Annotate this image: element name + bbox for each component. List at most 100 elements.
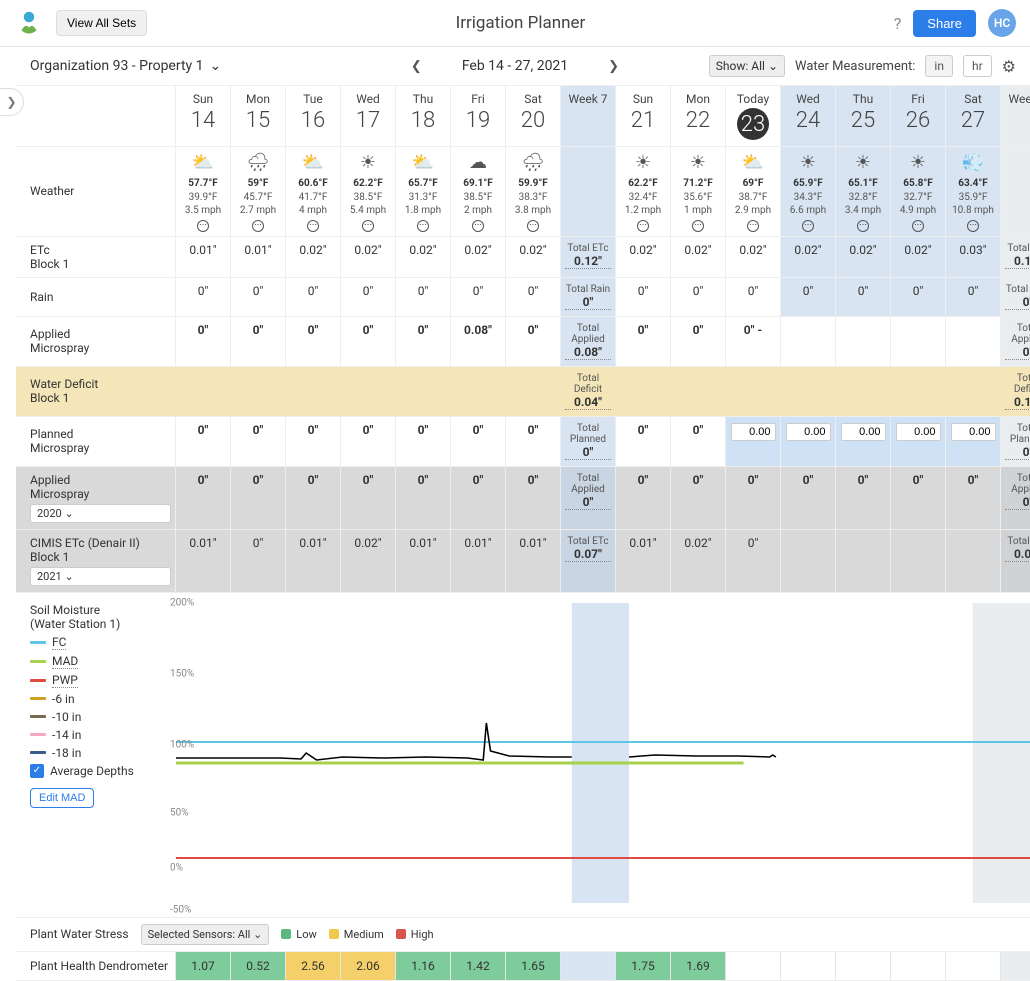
data-cell: 0" <box>506 467 561 530</box>
empty <box>176 367 231 417</box>
data-cell: 0" <box>781 278 836 317</box>
total-cell: Total Deficit0.15" <box>1001 367 1030 417</box>
app-logo-icon <box>14 8 44 38</box>
day-header[interactable]: Wed24 <box>781 86 836 147</box>
weather-cell: 🌧59.9°F38.3°F3.8 mph⋯ <box>506 147 561 237</box>
total-cell: Total Planned0" <box>561 417 616 467</box>
date-range[interactable]: Feb 14 - 27, 2021 <box>462 58 568 74</box>
soil-moisture-chart: 200% 150% 100% 50% 0% -50% <box>176 593 1030 917</box>
planner-grid: Sun14Mon15Tue16Wed17Thu18Fri19Sat20Week … <box>16 85 1030 593</box>
planned-input-cell[interactable] <box>726 417 781 467</box>
dendro-cell: 1.65 <box>506 952 561 981</box>
soil-title: Soil Moisture <box>30 603 162 617</box>
weather-more-icon[interactable]: ⋯ <box>857 220 869 232</box>
planned-input[interactable] <box>951 423 996 441</box>
dendro-cell: 0.52 <box>231 952 286 981</box>
unit-in-button[interactable]: in <box>925 55 953 77</box>
planned-input-cell[interactable] <box>836 417 891 467</box>
weather-more-icon[interactable]: ⋯ <box>472 220 484 232</box>
unit-hr-button[interactable]: hr <box>963 55 992 77</box>
app-header: View All Sets Irrigation Planner ? Share… <box>0 0 1030 47</box>
total-cell: Total Rain0" <box>561 278 616 317</box>
day-header[interactable]: Sun14 <box>176 86 231 147</box>
week-spacer <box>561 147 616 237</box>
day-header[interactable]: Thu25 <box>836 86 891 147</box>
planned-input-cell[interactable] <box>946 417 1001 467</box>
data-cell: 0" <box>231 278 286 317</box>
total-cell: Total ETc0.03" <box>1001 530 1030 593</box>
data-cell: 0" <box>836 278 891 317</box>
planned-input-cell[interactable] <box>781 417 836 467</box>
view-all-sets-button[interactable]: View All Sets <box>56 10 147 36</box>
weather-more-icon[interactable]: ⋯ <box>637 220 649 232</box>
chevron-down-icon: ⌄ <box>768 59 778 73</box>
planned-input[interactable] <box>841 423 886 441</box>
show-filter-dropdown[interactable]: Show: All ⌄ <box>709 55 785 77</box>
day-header[interactable]: Fri26 <box>891 86 946 147</box>
data-cell: 0" - <box>726 317 781 367</box>
data-cell <box>836 530 891 593</box>
weather-more-icon[interactable]: ⋯ <box>527 220 539 232</box>
weather-more-icon[interactable]: ⋯ <box>692 220 704 232</box>
year-dropdown[interactable]: 2021 ⌄ <box>30 567 171 586</box>
data-cell: 0" <box>231 317 286 367</box>
data-cell: 0.02" <box>671 530 726 593</box>
next-range-button[interactable]: ❯ <box>608 59 619 74</box>
data-cell: 0" <box>836 467 891 530</box>
data-cell: 0.01" <box>231 237 286 278</box>
day-header[interactable]: Tue16 <box>286 86 341 147</box>
weather-more-icon[interactable]: ⋯ <box>252 220 264 232</box>
day-header[interactable]: Mon22 <box>671 86 726 147</box>
weather-more-icon[interactable]: ⋯ <box>747 220 759 232</box>
empty <box>836 952 891 981</box>
prev-range-button[interactable]: ❮ <box>411 59 422 74</box>
weather-more-icon[interactable]: ⋯ <box>967 220 979 232</box>
planned-input[interactable] <box>896 423 941 441</box>
dendro-cell: 2.06 <box>341 952 396 981</box>
planned-input[interactable] <box>731 423 776 441</box>
data-cell: 0" <box>396 317 451 367</box>
data-cell: 0" <box>341 317 396 367</box>
weather-more-icon[interactable]: ⋯ <box>197 220 209 232</box>
dendro-cell: 1.16 <box>396 952 451 981</box>
weather-cell: ⛅65.7°F31.3°F1.8 mph⋯ <box>396 147 451 237</box>
data-cell: 0" <box>341 467 396 530</box>
weather-more-icon[interactable]: ⋯ <box>362 220 374 232</box>
user-avatar[interactable]: HC <box>988 9 1016 37</box>
total-cell: Total Planned0" <box>1001 417 1030 467</box>
day-header[interactable]: Sun21 <box>616 86 671 147</box>
day-header[interactable]: Sat20 <box>506 86 561 147</box>
soil-subtitle: (Water Station 1) <box>30 617 162 631</box>
weather-more-icon[interactable]: ⋯ <box>912 220 924 232</box>
breadcrumb-text: Organization 93 - Property 1 <box>30 58 203 74</box>
help-icon[interactable]: ? <box>894 14 902 33</box>
legend-14in: -14 in <box>30 728 162 742</box>
empty <box>781 952 836 981</box>
day-header[interactable]: Fri19 <box>451 86 506 147</box>
data-cell <box>836 317 891 367</box>
spacer <box>561 952 616 981</box>
empty <box>231 367 286 417</box>
avg-depths-toggle[interactable]: ✓Average Depths <box>30 764 162 778</box>
breadcrumb[interactable]: Organization 93 - Property 1 ⌄ <box>30 58 221 74</box>
edit-mad-button[interactable]: Edit MAD <box>30 788 94 808</box>
sensors-dropdown[interactable]: Selected Sensors: All ⌄ <box>141 924 270 945</box>
day-header[interactable]: Wed17 <box>341 86 396 147</box>
day-header[interactable]: Today23 <box>726 86 781 147</box>
data-cell: 0.02" <box>781 237 836 278</box>
plant-water-stress-row: Plant Water Stress Selected Sensors: All… <box>16 918 1030 952</box>
day-header[interactable]: Mon15 <box>231 86 286 147</box>
weather-more-icon[interactable]: ⋯ <box>417 220 429 232</box>
share-button[interactable]: Share <box>913 10 976 37</box>
planned-input-cell[interactable] <box>891 417 946 467</box>
data-cell: 0.01" <box>176 530 231 593</box>
day-header[interactable]: Sat27 <box>946 86 1001 147</box>
weather-more-icon[interactable]: ⋯ <box>802 220 814 232</box>
data-cell: 0" <box>781 467 836 530</box>
day-header[interactable]: Thu18 <box>396 86 451 147</box>
total-cell: Total ETc0.15" <box>1001 237 1030 278</box>
planned-input[interactable] <box>786 423 831 441</box>
weather-more-icon[interactable]: ⋯ <box>307 220 319 232</box>
year-dropdown[interactable]: 2020 ⌄ <box>30 504 171 523</box>
gear-icon[interactable]: ⚙ <box>1002 57 1016 76</box>
